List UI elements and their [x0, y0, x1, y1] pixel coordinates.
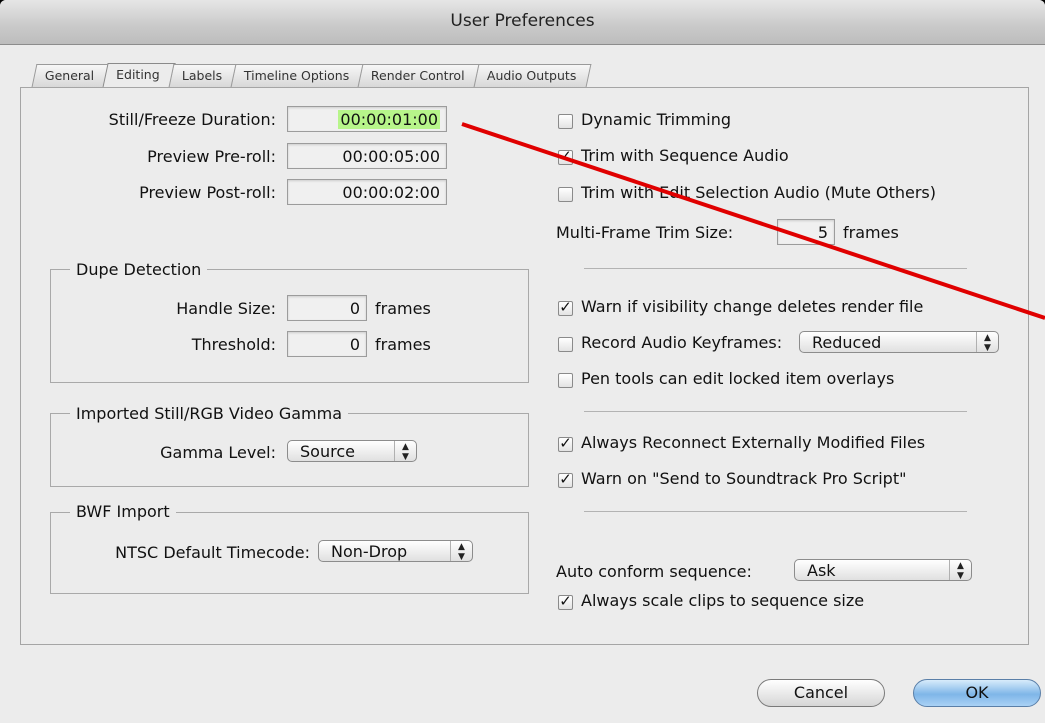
record-audio-keyframes-label: Record Audio Keyframes: [581, 333, 783, 352]
bwf-import-title: BWF Import [70, 502, 176, 521]
popup-arrows-icon: ▲ ▼ [450, 541, 472, 562]
multiframe-trim-unit: frames [843, 223, 899, 242]
auto-conform-label: Auto conform sequence: [556, 562, 752, 581]
always-scale-label: Always scale clips to sequence size [581, 591, 865, 610]
tab-general[interactable]: General [31, 64, 110, 87]
threshold-field[interactable]: 0 [287, 331, 367, 357]
always-scale-checkbox[interactable]: ✓ [558, 594, 573, 610]
preroll-field[interactable]: 00:00:05:00 [287, 143, 447, 169]
tab-timeline-options[interactable]: Timeline Options [230, 64, 365, 87]
threshold-unit: frames [375, 335, 431, 354]
ntsc-timecode-value: Non-Drop [331, 542, 408, 561]
gamma-level-value: Source [300, 442, 355, 461]
gamma-level-popup[interactable]: Source ▲ ▼ [287, 440, 417, 462]
tab-labels[interactable]: Labels [168, 64, 238, 87]
postroll-label: Preview Post-roll: [139, 183, 276, 202]
dupe-detection-title: Dupe Detection [70, 260, 208, 279]
tab-render-control[interactable]: Render Control [357, 64, 481, 87]
still-freeze-field[interactable]: 00:00:01:00 [287, 106, 447, 132]
popup-arrows-icon: ▲ ▼ [394, 441, 416, 462]
warn-visibility-checkbox[interactable]: ✓ [558, 300, 573, 316]
warn-visibility-label: Warn if visibility change deletes render… [581, 297, 924, 316]
pen-tools-label: Pen tools can edit locked item overlays [581, 369, 895, 388]
preferences-window: User Preferences General Editing Labels … [0, 0, 1045, 723]
cancel-button[interactable]: Cancel [757, 679, 885, 707]
warn-soundtrack-label: Warn on "Send to Soundtrack Pro Script" [581, 469, 907, 488]
trim-sequence-audio-checkbox[interactable]: ✓ [558, 149, 573, 165]
threshold-label: Threshold: [191, 335, 276, 354]
dynamic-trimming-checkbox[interactable] [558, 114, 573, 129]
auto-conform-value: Ask [807, 561, 836, 580]
separator [584, 511, 967, 512]
popup-arrows-icon: ▲ ▼ [949, 560, 971, 581]
auto-conform-popup[interactable]: Ask ▲ ▼ [794, 559, 972, 581]
dupe-detection-group [50, 269, 529, 383]
ntsc-timecode-label: NTSC Default Timecode: [115, 543, 310, 562]
always-reconnect-label: Always Reconnect Externally Modified Fil… [581, 433, 926, 452]
always-reconnect-checkbox[interactable]: ✓ [558, 436, 573, 452]
popup-arrows-icon: ▲ ▼ [976, 332, 998, 353]
postroll-field[interactable]: 00:00:02:00 [287, 179, 447, 205]
trim-edit-audio-label: Trim with Edit Selection Audio (Mute Oth… [581, 183, 936, 202]
pen-tools-checkbox[interactable] [558, 373, 573, 388]
handle-size-unit: frames [375, 299, 431, 318]
multiframe-trim-field[interactable]: 5 [777, 219, 835, 245]
window-title: User Preferences [0, 0, 1045, 45]
trim-sequence-audio-label: Trim with Sequence Audio [581, 146, 789, 165]
handle-size-label: Handle Size: [176, 299, 276, 318]
multiframe-trim-label: Multi-Frame Trim Size: [556, 223, 734, 242]
tab-audio-outputs[interactable]: Audio Outputs [473, 64, 592, 87]
separator [584, 411, 967, 412]
preroll-label: Preview Pre-roll: [147, 147, 276, 166]
tab-editing[interactable]: Editing [102, 63, 176, 88]
record-audio-keyframes-value: Reduced [812, 333, 882, 352]
tab-bar: General Editing Labels Timeline Options … [31, 63, 592, 88]
record-audio-keyframes-popup[interactable]: Reduced ▲ ▼ [799, 331, 999, 353]
record-audio-keyframes-checkbox[interactable] [558, 337, 573, 352]
still-freeze-label: Still/Freeze Duration: [108, 110, 276, 129]
warn-soundtrack-checkbox[interactable]: ✓ [558, 472, 573, 488]
gamma-title: Imported Still/RGB Video Gamma [70, 404, 349, 423]
ntsc-timecode-popup[interactable]: Non-Drop ▲ ▼ [318, 540, 473, 562]
separator [584, 268, 967, 269]
trim-edit-audio-checkbox[interactable] [558, 187, 573, 202]
dynamic-trimming-label: Dynamic Trimming [581, 110, 732, 129]
gamma-level-label: Gamma Level: [160, 443, 276, 462]
ok-button[interactable]: OK [913, 679, 1041, 707]
handle-size-field[interactable]: 0 [287, 295, 367, 321]
